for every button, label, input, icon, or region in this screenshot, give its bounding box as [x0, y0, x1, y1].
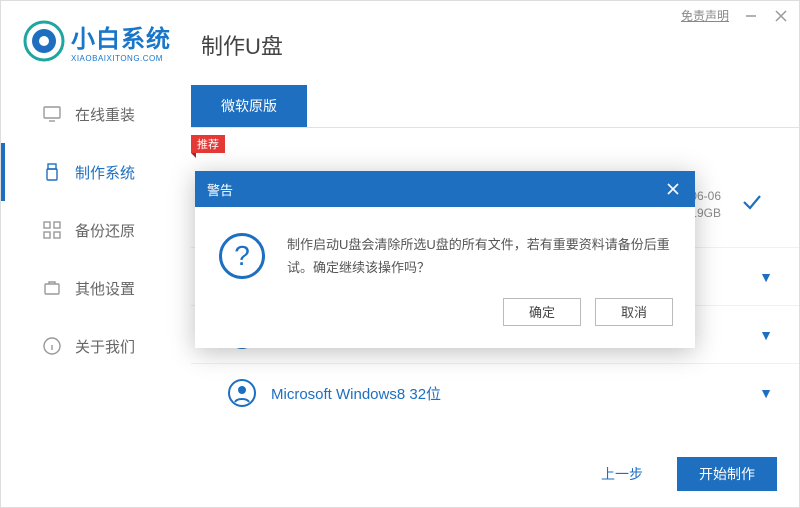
sidebar-item-online-reinstall[interactable]: 在线重装: [1, 85, 191, 143]
recommend-badge: 推荐: [191, 135, 225, 153]
warning-dialog: 警告 ? 制作启动U盘会清除所选U盘的所有文件，若有重要资料请备份后重试。确定继…: [195, 171, 695, 348]
minimize-icon[interactable]: [743, 8, 759, 24]
sidebar-item-about[interactable]: 关于我们: [1, 317, 191, 375]
dialog-ok-button[interactable]: 确定: [503, 298, 581, 326]
chevron-down-icon: ▼: [759, 385, 773, 401]
start-make-button[interactable]: 开始制作: [677, 457, 777, 491]
logo: 小白系统 XIAOBAIXITONG.COM: [23, 19, 171, 63]
prev-button[interactable]: 上一步: [579, 457, 665, 491]
usb-icon: [43, 163, 61, 181]
windows-icon: [227, 378, 257, 408]
row-title: Microsoft Windows8 32位: [271, 383, 759, 404]
sidebar-item-label: 其他设置: [75, 278, 135, 299]
briefcase-icon: [43, 279, 61, 297]
logo-title: 小白系统: [71, 19, 171, 54]
chevron-down-icon: ▼: [759, 327, 773, 343]
question-icon: ?: [219, 233, 265, 279]
page-title: 制作U盘: [201, 29, 283, 61]
dialog-close-icon[interactable]: [663, 179, 683, 199]
close-icon[interactable]: [773, 8, 789, 24]
sidebar-item-label: 关于我们: [75, 336, 135, 357]
sidebar-item-other-settings[interactable]: 其他设置: [1, 259, 191, 317]
tab-microsoft-original[interactable]: 微软原版: [191, 85, 307, 127]
monitor-icon: [43, 105, 61, 123]
system-row-win8[interactable]: Microsoft Windows8 32位 ▼: [191, 364, 799, 422]
chevron-down-icon: ▼: [759, 269, 773, 285]
sidebar-item-label: 制作系统: [75, 162, 135, 183]
sidebar-item-label: 在线重装: [75, 104, 135, 125]
tabbar: 微软原版: [191, 85, 799, 128]
dialog-message: 制作启动U盘会清除所选U盘的所有文件，若有重要资料请备份后重试。确定继续该操作吗…: [287, 233, 671, 280]
dialog-cancel-button[interactable]: 取消: [595, 298, 673, 326]
logo-subtitle: XIAOBAIXITONG.COM: [71, 54, 171, 63]
sidebar-item-label: 备份还原: [75, 220, 135, 241]
logo-icon: [23, 20, 65, 62]
sidebar-item-make-system[interactable]: 制作系统: [1, 143, 191, 201]
sidebar: 在线重装 制作系统 备份还原 其他设置 关于我们: [1, 85, 191, 375]
disclaimer-link[interactable]: 免责声明: [681, 7, 729, 24]
grid-icon: [43, 221, 61, 239]
sidebar-item-backup-restore[interactable]: 备份还原: [1, 201, 191, 259]
dialog-title: 警告: [207, 180, 233, 199]
check-icon: [741, 191, 763, 219]
info-icon: [43, 337, 61, 355]
